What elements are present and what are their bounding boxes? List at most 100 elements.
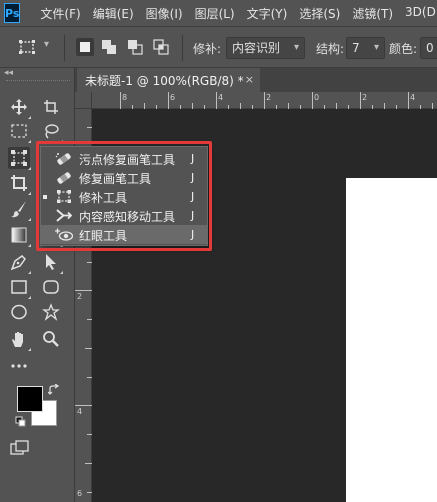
menu-type[interactable]: 文字(Y) — [247, 5, 288, 22]
marquee-tool[interactable] — [8, 120, 31, 143]
intersect-selection-button[interactable] — [152, 38, 170, 56]
ruler-label: 2 — [77, 292, 83, 301]
ruler-label: 4 — [218, 93, 224, 102]
lasso-icon — [45, 124, 59, 139]
menu-edit[interactable]: 编辑(E) — [93, 5, 134, 22]
flyout-item-healing-brush[interactable]: 修复画笔工具 J — [41, 168, 207, 187]
rectangle-tool[interactable] — [8, 276, 31, 299]
panel-grip[interactable] — [6, 80, 70, 84]
collapse-panel-icon[interactable]: ◂◂ — [4, 68, 13, 78]
add-selection-button[interactable] — [100, 38, 118, 56]
path-selection-tool[interactable] — [40, 251, 63, 274]
menu-image[interactable]: 图像(I) — [146, 5, 183, 22]
rounded-rect-icon — [43, 280, 59, 294]
patch-mode-select[interactable]: 内容识别 ▾ — [226, 37, 305, 59]
flyout-item-label: 修补工具 — [79, 191, 128, 205]
flyout-item-content-aware-move[interactable]: 内容感知移动工具 J — [41, 206, 207, 225]
ruler-origin[interactable] — [75, 92, 92, 109]
crop-tool[interactable] — [8, 172, 31, 195]
menu-select[interactable]: 选择(S) — [299, 5, 340, 22]
separator — [64, 35, 65, 61]
color-value: 0 — [426, 41, 434, 55]
more-tools-indicator — [28, 116, 31, 119]
separator — [182, 35, 183, 61]
color-select[interactable]: 0 — [420, 37, 437, 59]
hand-tool[interactable] — [8, 328, 31, 351]
active-tool-marker — [43, 195, 47, 199]
subtract-selection-button[interactable] — [126, 38, 144, 56]
more-icon — [11, 364, 27, 368]
move-icon — [11, 99, 27, 115]
patch-tool[interactable] — [8, 147, 31, 170]
flyout-item-patch[interactable]: 修补工具 J — [41, 187, 207, 206]
zoom-tool[interactable] — [40, 328, 62, 350]
brush-tool[interactable] — [8, 198, 31, 221]
more-tools-indicator — [28, 218, 31, 221]
photoshop-logo: Ps — [4, 3, 21, 23]
document-canvas[interactable] — [346, 178, 437, 502]
flyout-item-spot-healing[interactable]: 污点修复画笔工具 J — [41, 149, 207, 168]
flyout-item-label: 污点修复画笔工具 — [79, 153, 176, 167]
gradient-tool[interactable] — [8, 224, 31, 247]
edit-toolbar-button[interactable] — [8, 355, 30, 377]
more-tools-indicator — [60, 140, 63, 143]
rect-marquee-icon — [11, 124, 27, 138]
horizontal-ruler[interactable]: 8 6 4 2 0 2 4 — [92, 92, 437, 109]
menu-3d[interactable]: 3D(D) — [405, 5, 437, 22]
rounded-rect-tool[interactable] — [40, 276, 62, 298]
healing-brush-icon — [57, 172, 71, 184]
swap-colors-icon[interactable] — [48, 384, 60, 396]
screen-mode-icon[interactable] — [10, 440, 30, 456]
structure-label: 结构: — [316, 42, 345, 56]
options-bar: ▾ 修补: 内容识别 ▾ 结构: 7 ▾ 颜色: 0 — [0, 26, 437, 68]
menu-layer[interactable]: 图层(L) — [195, 5, 235, 22]
menu-bar: Ps 文件(F) 编辑(E) 图像(I) 图层(L) 文字(Y) 选择(S) 滤… — [0, 0, 437, 26]
hand-icon — [12, 332, 23, 347]
new-selection-button[interactable] — [76, 38, 94, 56]
red-eye-icon — [55, 228, 73, 241]
ruler-label: 2 — [362, 93, 368, 102]
more-tools-indicator — [28, 192, 31, 195]
lasso-tool[interactable] — [40, 120, 63, 143]
patch-mode-value: 内容识别 — [232, 41, 281, 55]
flyout-item-label: 内容感知移动工具 — [79, 210, 176, 224]
close-icon[interactable]: × — [245, 73, 254, 86]
flyout-item-label: 修复画笔工具 — [79, 172, 152, 186]
move-tool[interactable] — [8, 96, 31, 119]
more-tools-indicator — [28, 167, 31, 170]
more-tools-indicator — [28, 140, 31, 143]
more-tools-indicator — [60, 271, 63, 274]
default-colors-icon[interactable] — [15, 416, 27, 428]
ruler-label: 8 — [122, 93, 128, 102]
patch-icon — [57, 190, 71, 203]
document-tab-bar: 未标题-1 @ 100%(RGB/8) * × — [75, 68, 437, 92]
structure-select[interactable]: 7 ▾ — [346, 37, 385, 59]
document-tab[interactable]: 未标题-1 @ 100%(RGB/8) * × — [77, 68, 260, 92]
more-tools-indicator — [28, 271, 31, 274]
pen-tool[interactable] — [8, 251, 31, 274]
ellipse-tool[interactable] — [8, 301, 30, 323]
horizontal-ruler-ticks — [120, 92, 433, 109]
menu-file[interactable]: 文件(F) — [40, 5, 80, 22]
ruler-label: 4 — [77, 407, 83, 416]
artboard-tool[interactable] — [40, 96, 62, 118]
menu-filter[interactable]: 滤镜(T) — [352, 5, 393, 22]
foreground-color-swatch[interactable] — [17, 386, 43, 412]
flyout-item-label: 红眼工具 — [79, 229, 128, 243]
pen-icon — [10, 255, 26, 271]
more-tools-indicator — [28, 244, 31, 247]
flyout-item-shortcut: J — [191, 190, 195, 203]
ruler-label: 2 — [266, 93, 272, 102]
document-tab-title: 未标题-1 @ 100%(RGB/8) * — [85, 73, 244, 88]
flyout-item-shortcut: J — [191, 152, 195, 165]
tool-panel: ◂◂ — [0, 68, 75, 502]
more-tools-indicator — [28, 348, 31, 351]
flyout-item-shortcut: J — [191, 171, 195, 184]
patch-tool-preset-icon[interactable] — [18, 39, 36, 55]
chevron-down-icon: ▾ — [373, 42, 379, 53]
chevron-down-icon[interactable]: ▾ — [44, 39, 54, 50]
brush-icon — [11, 201, 26, 218]
flyout-item-red-eye[interactable]: 红眼工具 J — [41, 225, 207, 244]
custom-shape-tool[interactable] — [40, 301, 62, 323]
menu-items: 文件(F) 编辑(E) 图像(I) 图层(L) 文字(Y) 选择(S) 滤镜(T… — [40, 5, 437, 22]
